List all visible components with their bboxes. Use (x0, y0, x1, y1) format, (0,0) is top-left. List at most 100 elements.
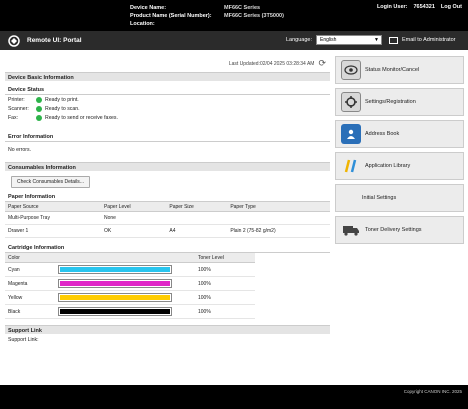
cartridge-name: Yellow (5, 290, 55, 305)
cartridge-bar (55, 304, 195, 319)
cartridge-col-header (55, 253, 195, 263)
product-name-value: MF66C Series (3T5000) (224, 13, 284, 19)
paper-col-header: Paper Source (5, 202, 101, 212)
language-label: Language: (286, 37, 312, 43)
paper-cell: Drawer 1 (5, 224, 101, 238)
table-row: Multi-Purpose Tray None (5, 211, 330, 225)
consumables-header: Consumables Information (5, 162, 330, 171)
cartridge-level: 100% (195, 290, 255, 305)
initial-settings-button[interactable]: Initial Settings (335, 184, 464, 212)
portal-header: Remote UI: Portal Language: English ▼ Em… (0, 31, 468, 50)
status-monitor-button[interactable]: Status Monitor/Cancel (335, 56, 464, 84)
cartridge-name: Magenta (5, 276, 55, 291)
cartridge-level: 100% (195, 276, 255, 291)
language-area: Language: English ▼ Email to Administrat… (286, 35, 456, 45)
settings-icon (341, 92, 361, 112)
device-name-value: MF66C Series (224, 5, 261, 11)
portal-sidebar: Status Monitor/Cancel Settings/Registrat… (335, 56, 464, 248)
cartridge-col-header: Color (5, 253, 55, 263)
cartridge-level: 100% (195, 304, 255, 319)
paper-cell: A4 (166, 224, 228, 238)
sidebar-item-label: Initial Settings (362, 195, 397, 201)
paper-cell (166, 211, 228, 225)
login-user-value: 7654321 (413, 4, 435, 10)
application-library-icon (341, 156, 361, 176)
main-content: Last Updated:02/04 2025 03:28:34 AM ⟳ De… (5, 53, 330, 383)
top-bar: Device Name: MF66C Series Product Name (S… (0, 0, 468, 31)
portal-title: Remote UI: Portal (27, 37, 82, 44)
paper-cell: Multi-Purpose Tray (5, 211, 101, 225)
paper-cell: Plain 2 (75-82 g/m2) (227, 224, 330, 238)
status-key: Printer: (8, 96, 25, 103)
status-row-printer: Printer: Ready to print. (5, 95, 330, 104)
sidebar-item-label: Toner Delivery Settings (365, 227, 422, 233)
last-updated: Last Updated:02/04 2025 03:28:34 AM ⟳ (229, 58, 326, 69)
support-link-header: Support Link (5, 325, 330, 334)
logout-link[interactable]: Log Out (441, 4, 462, 10)
email-admin-link[interactable]: Email to Administrator (402, 37, 456, 43)
cartridge-bar (55, 276, 195, 291)
paper-table: Paper Source Paper Level Paper Size Pape… (5, 202, 330, 238)
status-monitor-icon (341, 60, 361, 80)
error-info-header: Error Information (5, 134, 330, 142)
login-user-label: Login User: (376, 4, 408, 10)
cartridge-table: Color Toner Level Cyan 100% Magenta 100%… (5, 253, 255, 319)
cartridge-name: Cyan (5, 262, 55, 277)
status-value: Ready to send or receive faxes. (45, 114, 118, 121)
status-key: Scanner: (8, 105, 29, 112)
email-icon[interactable] (389, 36, 398, 44)
refresh-icon[interactable]: ⟳ (318, 58, 326, 69)
address-book-button[interactable]: Address Book (335, 120, 464, 148)
status-row-fax: Fax: Ready to send or receive faxes. (5, 113, 330, 122)
address-book-icon (341, 124, 361, 144)
application-library-button[interactable]: Application Library (335, 152, 464, 180)
device-basic-info-header: Device Basic Information (5, 72, 330, 81)
last-updated-text: Last Updated:02/04 2025 03:28:34 AM (228, 60, 315, 67)
remote-ui-logo-icon (8, 34, 20, 47)
location-label: Location: (130, 21, 155, 27)
status-ok-icon (36, 114, 42, 121)
status-ok-icon (36, 105, 42, 112)
table-row: Magenta 100% (5, 276, 255, 291)
table-row: Drawer 1 OK A4 Plain 2 (75-82 g/m2) (5, 224, 330, 238)
cartridge-level: 100% (195, 262, 255, 277)
cartridge-bar (55, 290, 195, 305)
table-row: Cyan 100% (5, 262, 255, 277)
status-ok-icon (36, 96, 42, 103)
error-text: No errors. (8, 146, 32, 153)
support-link-label[interactable]: Support Link: (5, 335, 330, 344)
table-row: Yellow 100% (5, 290, 255, 305)
cartridge-info-header: Cartridge Information (5, 245, 330, 253)
cartridge-col-header: Toner Level (195, 253, 255, 263)
cartridge-name: Black (5, 304, 55, 319)
paper-col-header: Paper Size (166, 202, 228, 212)
sidebar-item-label: Settings/Registration (365, 99, 416, 105)
table-row: Black 100% (5, 304, 255, 319)
toner-delivery-icon (341, 220, 361, 240)
settings-registration-button[interactable]: Settings/Registration (335, 88, 464, 116)
status-value: Ready to print. (45, 96, 79, 103)
sidebar-item-label: Application Library (365, 163, 411, 169)
paper-cell: OK (100, 224, 167, 238)
status-key: Fax: (8, 114, 19, 121)
paper-col-header: Paper Level (100, 202, 167, 212)
status-value: Ready to scan. (45, 105, 80, 112)
device-status-header: Device Status (5, 87, 330, 95)
language-value: English (320, 37, 337, 43)
paper-cell: None (100, 211, 167, 225)
language-select[interactable]: English ▼ (316, 35, 382, 45)
cartridge-bar (55, 262, 195, 277)
product-name-label: Product Name (Serial Number): (130, 13, 212, 19)
sidebar-item-label: Status Monitor/Cancel (365, 67, 420, 73)
toner-delivery-button[interactable]: Toner Delivery Settings (335, 216, 464, 244)
login-area: Login User: 7654321 Log Out (377, 4, 462, 10)
sidebar-item-label: Address Book (365, 131, 400, 137)
paper-info-header: Paper Information (5, 194, 330, 202)
device-name-label: Device Name: (130, 5, 167, 11)
check-consumables-button[interactable]: Check Consumables Details... (11, 176, 90, 188)
paper-cell (227, 211, 330, 225)
device-info: Device Name: MF66C Series Product Name (S… (130, 4, 284, 28)
status-row-scanner: Scanner: Ready to scan. (5, 104, 330, 113)
chevron-down-icon: ▼ (374, 37, 379, 43)
footer: Copyright CANON INC. 2025 (0, 385, 468, 409)
